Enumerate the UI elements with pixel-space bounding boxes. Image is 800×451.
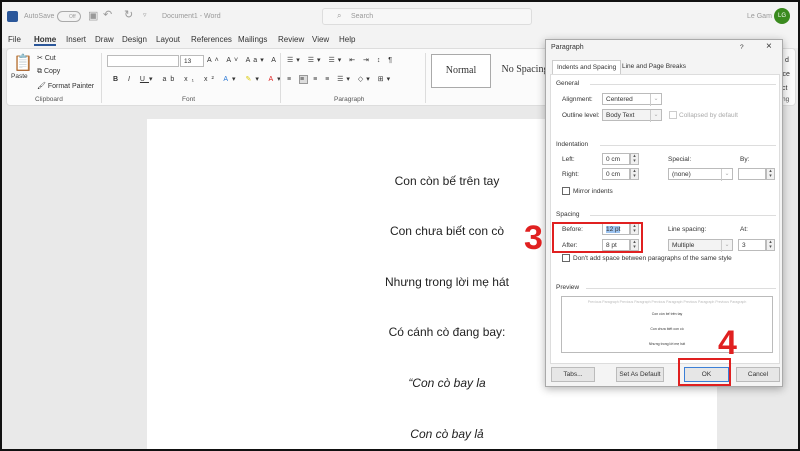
tab-help[interactable]: Help bbox=[339, 35, 355, 44]
tab-line-page-breaks[interactable]: Line and Page Breaks bbox=[622, 63, 686, 70]
paste-button[interactable]: Paste bbox=[11, 73, 28, 80]
close-button[interactable]: × bbox=[766, 41, 772, 52]
find-partial[interactable]: d bbox=[785, 57, 789, 64]
autosave-toggle[interactable]: Off bbox=[57, 11, 81, 22]
word-logo-icon bbox=[7, 11, 18, 22]
left-indent-spinner[interactable]: ▴ ▾ bbox=[630, 153, 639, 165]
redo-icon[interactable]: ↻ bbox=[124, 8, 133, 21]
tab-home[interactable]: Home bbox=[34, 35, 57, 46]
customize-icon[interactable]: ▿ bbox=[143, 11, 147, 19]
step-3-label: 3 bbox=[524, 219, 543, 257]
at-input[interactable]: 3 bbox=[738, 239, 766, 251]
spacing-highlight-box bbox=[552, 222, 643, 253]
word-window: AutoSave Off ▣ ↶ ↻ ▿ Document1 - Word ⌕ … bbox=[0, 0, 800, 451]
tab-layout[interactable]: Layout bbox=[156, 35, 180, 44]
general-heading: General bbox=[556, 80, 580, 87]
by-input[interactable] bbox=[738, 168, 766, 180]
left-indent-input[interactable]: 0 cm bbox=[602, 153, 630, 165]
editing-group-partial: ng bbox=[782, 96, 790, 103]
by-spinner[interactable]: ▴ ▾ bbox=[766, 168, 775, 180]
cancel-button[interactable]: Cancel bbox=[736, 367, 780, 382]
font-group-label: Font bbox=[182, 96, 196, 103]
paste-icon[interactable]: 📋 bbox=[13, 53, 33, 73]
mirror-indents-checkbox[interactable] bbox=[562, 187, 570, 195]
special-select[interactable]: (none) ⌄ bbox=[668, 168, 733, 181]
format-painter-button[interactable]: 🖌 Format Painter bbox=[37, 82, 94, 90]
dont-add-space-checkbox[interactable] bbox=[562, 254, 570, 262]
line-spacing-label: Line spacing: bbox=[668, 226, 707, 233]
copy-button[interactable]: ⧉ Copy bbox=[37, 68, 60, 76]
tab-review[interactable]: Review bbox=[278, 35, 304, 44]
autosave-label: AutoSave bbox=[24, 13, 55, 20]
avatar[interactable]: LG bbox=[774, 8, 790, 24]
cut-button[interactable]: ✂ Cut bbox=[37, 54, 56, 62]
by-label: By: bbox=[740, 156, 750, 163]
tab-mailings[interactable]: Mailings bbox=[238, 35, 267, 44]
help-button[interactable]: ? bbox=[740, 44, 744, 51]
font-name-select[interactable] bbox=[107, 55, 179, 67]
spacing-heading: Spacing bbox=[556, 211, 580, 218]
tab-design[interactable]: Design bbox=[122, 35, 147, 44]
special-label: Special: bbox=[668, 156, 692, 163]
right-indent-spinner[interactable]: ▴ ▾ bbox=[630, 168, 639, 180]
left-indent-label: Left: bbox=[562, 156, 575, 163]
tab-insert[interactable]: Insert bbox=[66, 35, 86, 44]
mirror-indents-label: Mirror indents bbox=[573, 188, 613, 195]
right-indent-label: Right: bbox=[562, 171, 579, 178]
dont-add-space-label: Don't add space between paragraphs of th… bbox=[573, 255, 732, 262]
right-indent-input[interactable]: 0 cm bbox=[602, 168, 630, 180]
preview-heading: Preview bbox=[556, 284, 580, 291]
step-4-label: 4 bbox=[718, 324, 737, 362]
tab-view[interactable]: View bbox=[312, 35, 329, 44]
at-label: At: bbox=[740, 226, 748, 233]
search-icon: ⌕ bbox=[337, 11, 342, 20]
document-title: Document1 - Word bbox=[162, 13, 221, 20]
list-icons[interactable]: ☰▾ ☰▾ ☰▾ ⇤ ⇥ ↕ ¶ bbox=[287, 56, 395, 64]
user-name: Le Gam bbox=[747, 13, 772, 20]
align-icons[interactable]: ≡ ≡ ≡ ≡ ☰▾ ◇▾ ⊞▾ bbox=[287, 75, 393, 84]
outline-level-label: Outline level: bbox=[562, 112, 600, 119]
tab-draw[interactable]: Draw bbox=[95, 35, 114, 44]
font-size-select[interactable]: 13 bbox=[180, 55, 204, 67]
search-box[interactable]: ⌕ Search bbox=[322, 8, 532, 25]
preview-box: Previous Paragraph Previous Paragraph Pr… bbox=[561, 296, 773, 353]
font-style-icons[interactable]: B I U▾ ab x₁ x² A▾ ✎▾ A▾ bbox=[113, 75, 285, 83]
save-icon[interactable]: ▣ bbox=[88, 9, 98, 22]
indentation-heading: Indentation bbox=[556, 141, 589, 148]
paragraph-dialog: Paragraph ? × Indents and Spacing Line a… bbox=[545, 39, 783, 387]
alignment-select[interactable]: Centered ⌄ bbox=[602, 93, 662, 106]
clipboard-group-label: Clipboard bbox=[35, 96, 63, 103]
tabs-button[interactable]: Tabs... bbox=[551, 367, 595, 382]
collapsed-checkbox[interactable] bbox=[669, 111, 677, 119]
alignment-label: Alignment: bbox=[562, 96, 593, 103]
paragraph-group-label: Paragraph bbox=[334, 96, 365, 103]
title-bar: AutoSave Off ▣ ↶ ↻ ▿ Document1 - Word ⌕ … bbox=[2, 2, 798, 32]
poem-line: Con cò bay lả bbox=[410, 427, 484, 441]
tab-file[interactable]: File bbox=[8, 35, 21, 44]
tab-references[interactable]: References bbox=[191, 35, 232, 44]
dialog-title: Paragraph bbox=[551, 44, 584, 51]
outline-level-select[interactable]: Body Text ⌄ bbox=[602, 109, 662, 122]
search-placeholder: Search bbox=[351, 13, 374, 20]
set-as-default-button[interactable]: Set As Default bbox=[616, 367, 664, 382]
line-spacing-select[interactable]: Multiple ⌄ bbox=[668, 239, 733, 252]
collapsed-label: Collapsed by default bbox=[679, 112, 738, 119]
tab-indents-spacing[interactable]: Indents and Spacing bbox=[552, 60, 622, 74]
at-spinner[interactable]: ▴ ▾ bbox=[766, 239, 775, 251]
style-normal[interactable]: Normal bbox=[431, 54, 491, 88]
font-formatting-icons[interactable]: A˄ A˅ Aa▾ A bbox=[207, 56, 279, 64]
undo-icon[interactable]: ↶ bbox=[103, 8, 112, 21]
